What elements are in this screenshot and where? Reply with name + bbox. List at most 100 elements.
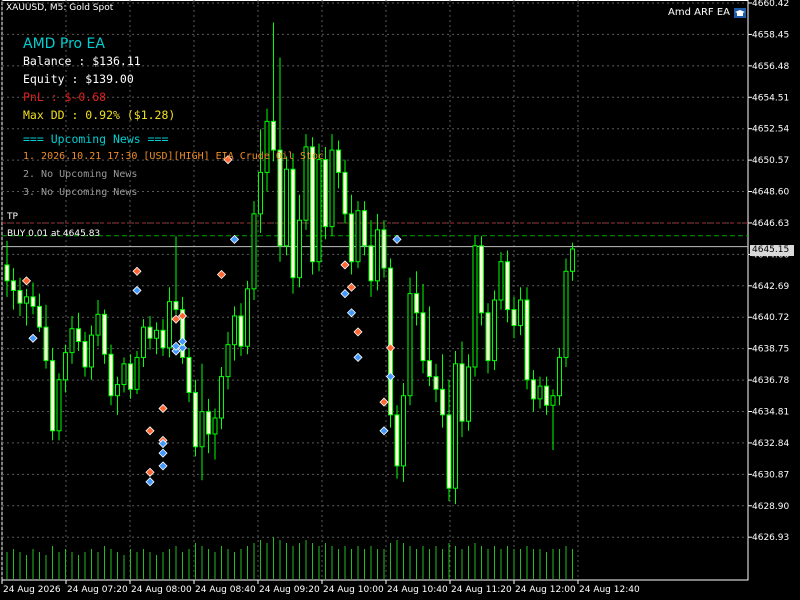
candle-bear xyxy=(485,312,491,362)
candle-bear xyxy=(193,392,198,448)
candle-bull xyxy=(453,363,458,489)
candle-bull xyxy=(219,376,224,419)
candle-bear xyxy=(336,149,341,173)
candle-bull xyxy=(24,296,29,304)
sell-signal-marker xyxy=(340,260,350,270)
candle-bear xyxy=(76,328,81,342)
candle-bear xyxy=(173,301,179,311)
price-axis-label: 4634.81 xyxy=(752,407,789,417)
sell-signal-marker xyxy=(216,269,227,280)
sell-signal-marker xyxy=(379,397,389,407)
time-axis-label: 24 Aug 09:20 xyxy=(259,585,320,595)
candle-bear xyxy=(186,356,192,394)
candle-bull xyxy=(466,366,471,422)
candle-bull xyxy=(498,261,504,301)
tp-line-label: TP xyxy=(7,212,18,222)
candle-bull xyxy=(115,384,120,397)
candle-bear xyxy=(446,414,452,489)
candle-bear xyxy=(160,329,166,349)
buy-signal-marker xyxy=(385,372,396,382)
candle-bull xyxy=(56,379,62,432)
sell-signal-marker xyxy=(132,266,142,276)
candle-bear xyxy=(381,229,387,269)
price-axis-label: 4648.60 xyxy=(752,188,789,198)
time-axis-label: 24 Aug 12:40 xyxy=(579,585,640,595)
candle-bull xyxy=(232,315,237,346)
candle-bull xyxy=(472,245,478,368)
buy-signal-marker xyxy=(28,333,38,343)
candle-bull xyxy=(212,417,218,435)
candle-bear xyxy=(37,305,42,328)
candle-bull xyxy=(245,288,250,347)
time-axis-label: 24 Aug 12:00 xyxy=(515,585,576,595)
candle-bull xyxy=(492,299,497,362)
buy-signal-marker xyxy=(353,352,363,362)
price-axis-label: 4630.87 xyxy=(752,470,789,480)
candle-bear xyxy=(349,213,354,263)
candle-bull xyxy=(570,248,575,272)
candle-bear xyxy=(433,376,439,390)
candle-bull xyxy=(375,229,380,282)
candle-bull xyxy=(69,328,75,354)
price-axis-label: 4654.51 xyxy=(752,93,789,103)
price-axis-label: 4640.72 xyxy=(752,313,789,323)
candle-bull xyxy=(225,344,231,378)
price-axis-label: 4650.57 xyxy=(752,156,789,166)
price-axis-label: 4652.54 xyxy=(752,125,789,135)
news-item-2: 2. No Upcoming News xyxy=(23,169,138,180)
candle-bear xyxy=(511,309,517,327)
candle-bull xyxy=(355,210,361,263)
candle-bear xyxy=(394,414,400,467)
candle-bull xyxy=(95,313,101,336)
symbol-title: XAUUSD, M5: Gold Spot xyxy=(6,3,114,13)
buy-signal-marker xyxy=(346,308,357,318)
time-axis-label: 24 Aug 2026 xyxy=(3,585,61,595)
buy-signal-marker xyxy=(379,426,389,436)
candle-bull xyxy=(563,270,569,358)
ea-name: Amd ARF EA xyxy=(668,7,730,18)
candle-bear xyxy=(459,363,465,422)
candle-bear xyxy=(362,210,367,247)
candle-bear xyxy=(544,385,549,406)
candle-bear xyxy=(368,245,374,282)
candle-bear xyxy=(440,388,445,416)
candle-bear xyxy=(4,264,10,282)
candle-bull xyxy=(121,363,127,386)
balance-text: Balance : $136.11 xyxy=(23,54,141,68)
equity-text: Equity : $139.00 xyxy=(23,72,134,86)
candle-bear xyxy=(414,293,419,314)
max-dd-text: Max DD : 0.92% ($1.28) xyxy=(23,108,176,122)
price-axis-label: 4628.90 xyxy=(752,502,789,512)
candle-bull xyxy=(518,299,523,327)
buy-signal-marker xyxy=(229,234,240,244)
time-axis-label: 24 Aug 07:20 xyxy=(67,585,128,595)
candle-bear xyxy=(206,411,211,435)
buy-signal-marker xyxy=(177,336,188,347)
sell-signal-marker xyxy=(145,426,155,436)
candle-bear xyxy=(50,360,55,432)
price-axis-label: 4638.75 xyxy=(752,345,789,355)
candle-bull xyxy=(550,395,556,406)
candle-bear xyxy=(102,313,107,355)
candle-bear xyxy=(108,353,114,397)
ea-badge[interactable]: Amd ARF EA xyxy=(668,7,746,18)
price-axis-label: 4636.78 xyxy=(752,376,789,386)
sell-signal-marker xyxy=(346,282,357,292)
buy-signal-marker xyxy=(158,448,168,458)
candle-bear xyxy=(420,312,426,362)
candle-bear xyxy=(427,360,432,378)
news-item-1: 1. 2026.10.21 17:30 [USD][HIGH] EIA Crud… xyxy=(23,151,325,162)
ea-info-panel: AMD Pro EA Balance : $136.11 Equity : $1… xyxy=(23,33,324,202)
candle-bull xyxy=(199,411,205,448)
candle-bear xyxy=(524,299,530,381)
candle-bear xyxy=(238,315,244,347)
sell-signal-marker xyxy=(21,276,32,286)
current-price-tag: 4645.15 xyxy=(750,245,794,256)
candle-bull xyxy=(401,395,406,467)
candle-bull xyxy=(251,213,257,290)
price-axis-label: 4646.63 xyxy=(752,219,789,229)
buy-signal-marker xyxy=(145,477,155,487)
buy-line-label: BUY 0.01 at 4645.83 xyxy=(7,229,101,239)
candle-bear xyxy=(479,245,484,314)
candle-bull xyxy=(407,293,413,397)
